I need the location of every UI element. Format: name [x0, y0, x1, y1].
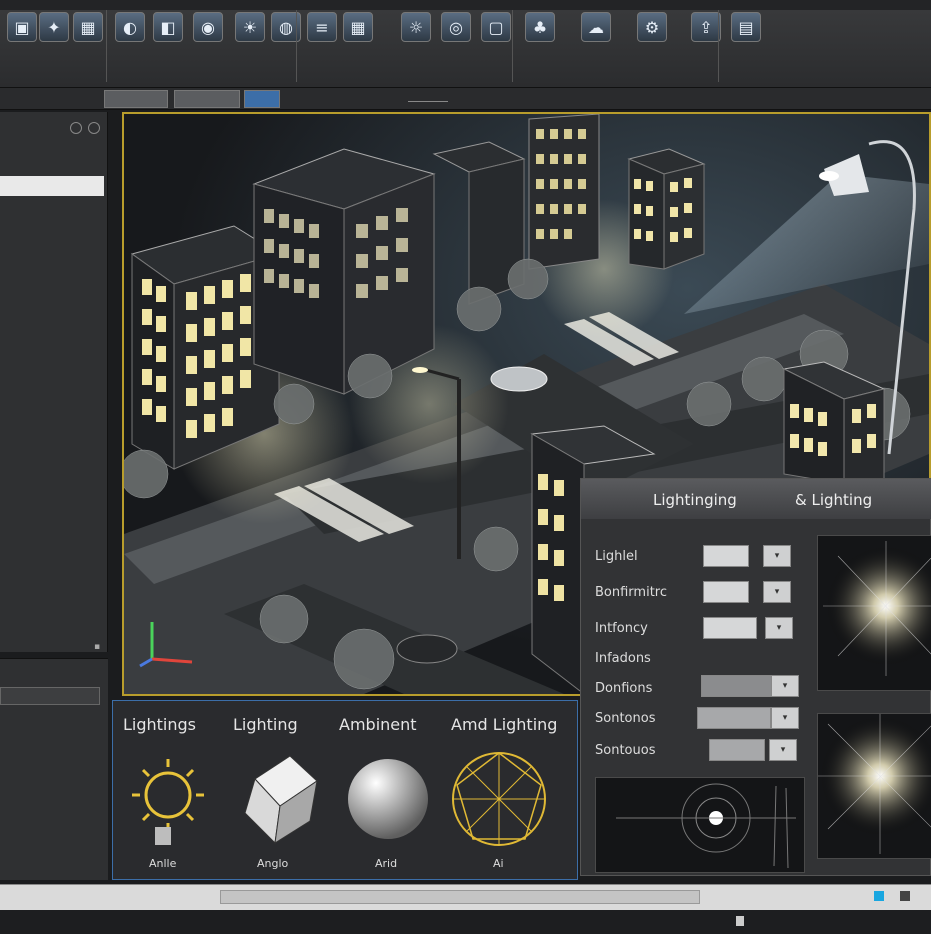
taskbar-icon[interactable]: [736, 916, 744, 926]
subbar-button[interactable]: [104, 90, 168, 108]
light-preview-top: [817, 535, 931, 691]
ribbon-button[interactable]: ≡: [304, 12, 340, 80]
properties-title: Lightinging: [653, 491, 737, 509]
spot-light-grid-icon[interactable]: [449, 747, 549, 851]
property-slider[interactable]: [697, 707, 771, 729]
command-input[interactable]: [220, 890, 700, 904]
property-label: Intfoncy: [595, 621, 648, 636]
property-spinner[interactable]: ▾: [763, 545, 791, 567]
export-icon: ⇪: [691, 12, 721, 42]
sun-light-icon[interactable]: [123, 753, 213, 853]
light-properties-panel: Lightinging & Lighting Lighlel ▾ Bonfirm…: [580, 478, 931, 876]
light-falloff-graph[interactable]: [595, 777, 805, 873]
property-spinner[interactable]: ▾: [763, 581, 791, 603]
ribbon-button[interactable]: ▣: [4, 12, 40, 80]
lamp-icon: ☼: [401, 12, 431, 42]
ribbon-button[interactable]: ▦: [340, 12, 376, 80]
ribbon-button[interactable]: ◐: [112, 12, 148, 80]
layers-icon: ≡: [307, 12, 337, 42]
property-label: Sontouos: [595, 743, 656, 758]
property-label: Bonfirmitrc: [595, 585, 667, 600]
property-label: Lighlel: [595, 549, 638, 564]
sun-icon: ☀: [235, 12, 265, 42]
area-light-icon[interactable]: [235, 751, 325, 851]
attribute-panel-header: [0, 663, 104, 679]
settings-icon: ⚙: [637, 12, 667, 42]
ribbon-separator: [296, 10, 297, 82]
panel-pin-icon[interactable]: [70, 122, 82, 134]
preset-caption: Ai: [493, 857, 504, 870]
properties-header: Lightinging & Lighting: [581, 479, 931, 519]
subbar-icon-button[interactable]: [244, 90, 280, 108]
property-label: Donfions: [595, 681, 653, 696]
preset-title: Lightings: [123, 715, 197, 734]
ribbon-button[interactable]: ▤: [728, 12, 764, 80]
tree-icon: ♣: [525, 12, 555, 42]
ribbon-button[interactable]: ☼: [398, 12, 434, 80]
grid-icon: ▦: [343, 12, 373, 42]
light-preview-bottom: [817, 713, 931, 859]
ribbon-button[interactable]: ▢: [478, 12, 514, 80]
sub-toolbar: [0, 88, 931, 110]
property-field[interactable]: [703, 617, 757, 639]
subbar-button[interactable]: [174, 90, 240, 108]
box-icon: ▢: [481, 12, 511, 42]
view-icon: ▤: [731, 12, 761, 42]
scene-outliner-panel: ▪: [0, 112, 108, 652]
property-slider[interactable]: [701, 675, 773, 697]
preset-title: Amd Lighting: [451, 715, 558, 734]
property-spinner[interactable]: ▾: [765, 617, 793, 639]
property-field[interactable]: [703, 581, 749, 603]
property-label: Sontonos: [595, 711, 656, 726]
lighting-presets-panel: Lightings Lighting Ambinent Amd Lighting…: [112, 700, 578, 880]
material-icon: ◐: [115, 12, 145, 42]
status-bar: [0, 884, 931, 910]
ribbon-button[interactable]: ◎: [438, 12, 474, 80]
ribbon-toolbar: ▣ ✦ ▦ ◐ ◧ ◉ ☀ ◍ ≡ ▦ ☼ ◎ ▢ ♣ ☁ ⚙ ⇪ ▤: [0, 0, 931, 88]
ribbon-separator: [718, 10, 719, 82]
ribbon-button[interactable]: ✦: [36, 12, 72, 80]
notification-icon[interactable]: [874, 891, 884, 901]
preset-caption: Anglo: [257, 857, 289, 870]
property-slider[interactable]: [709, 739, 765, 761]
ribbon-button[interactable]: ⚙: [634, 12, 670, 80]
panel-close-icon[interactable]: [88, 122, 100, 134]
attribute-panel: [0, 658, 108, 880]
cube-icon: ▣: [7, 12, 37, 42]
preset-title: Ambinent: [339, 715, 417, 734]
property-spinner[interactable]: ▾: [769, 739, 797, 761]
sky-icon: ☁: [581, 12, 611, 42]
point-light-sphere-icon[interactable]: [343, 751, 433, 851]
render-icon: ◧: [153, 12, 183, 42]
ribbon-separator: [512, 10, 513, 82]
attribute-search-input[interactable]: [0, 687, 100, 705]
ribbon-button[interactable]: ☀: [232, 12, 268, 80]
ribbon-separator: [106, 10, 107, 82]
subbar-divider: [408, 92, 448, 102]
scene-icon: ▦: [73, 12, 103, 42]
taskbar: [0, 910, 931, 934]
ribbon-button[interactable]: ◍: [268, 12, 304, 80]
preset-title: Lighting: [233, 715, 298, 734]
panel-resize-grip[interactable]: ▪: [94, 642, 100, 652]
property-spinner[interactable]: ▾: [771, 707, 799, 729]
outliner-item-selected[interactable]: [0, 176, 104, 196]
ribbon-button[interactable]: ☁: [578, 12, 614, 80]
property-field[interactable]: [703, 545, 749, 567]
preset-caption: Arid: [375, 857, 398, 870]
camera-icon: ◉: [193, 12, 223, 42]
ribbon-button[interactable]: ◧: [150, 12, 186, 80]
property-spinner[interactable]: ▾: [771, 675, 799, 697]
status-toggle-icon[interactable]: [900, 891, 910, 901]
properties-subtitle: & Lighting: [795, 491, 873, 509]
ribbon-button[interactable]: ◉: [190, 12, 226, 80]
light-icon: ✦: [39, 12, 69, 42]
ribbon-title-strip: [0, 0, 931, 10]
ribbon-button[interactable]: ♣: [522, 12, 558, 80]
eye-icon: ◎: [441, 12, 471, 42]
ribbon-button[interactable]: ▦: [70, 12, 106, 80]
preset-caption: Anlle: [149, 857, 177, 870]
property-label: Infadons: [595, 651, 651, 666]
